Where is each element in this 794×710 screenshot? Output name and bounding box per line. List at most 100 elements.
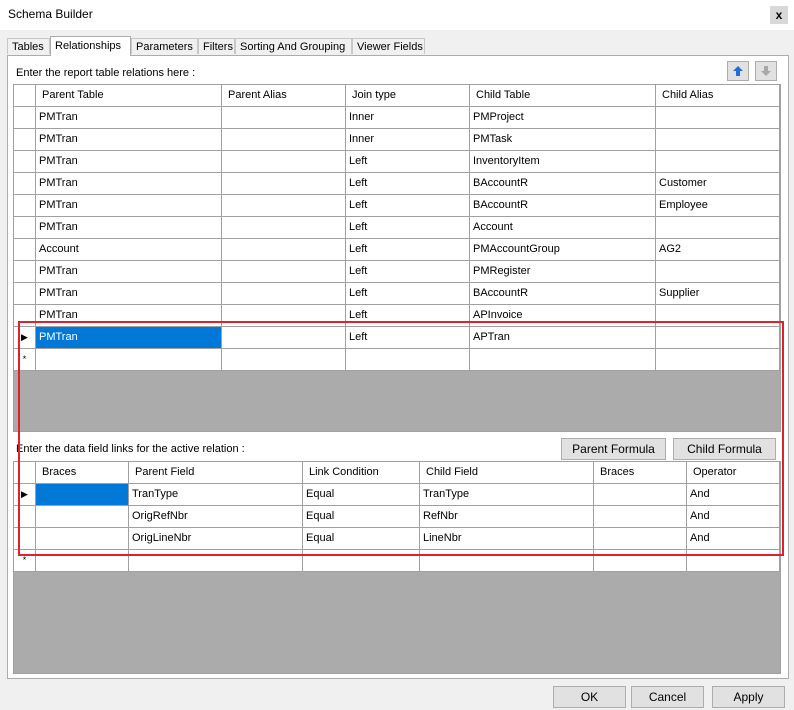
link-cell[interactable] xyxy=(594,528,687,550)
relation-cell[interactable] xyxy=(656,327,780,349)
tab-filters[interactable]: Filters xyxy=(198,38,235,54)
link-cell[interactable] xyxy=(594,484,687,506)
link-new-row-marker[interactable]: * xyxy=(14,550,36,572)
relation-row-header[interactable] xyxy=(14,305,36,327)
link-column-header[interactable]: Braces xyxy=(594,462,687,484)
link-new-cell[interactable] xyxy=(687,550,780,572)
relation-cell[interactable]: PMProject xyxy=(470,107,656,129)
relation-cell[interactable]: Account xyxy=(470,217,656,239)
tab-relationships[interactable]: Relationships xyxy=(50,36,131,56)
relation-cell[interactable]: Left xyxy=(346,305,470,327)
relation-cell[interactable]: BAccountR xyxy=(470,283,656,305)
link-column-header[interactable]: Child Field xyxy=(420,462,594,484)
relation-cell[interactable] xyxy=(222,195,346,217)
relation-cell[interactable]: Left xyxy=(346,283,470,305)
relation-row-header[interactable] xyxy=(14,129,36,151)
move-down-button[interactable] xyxy=(755,61,777,81)
relation-cell[interactable] xyxy=(222,305,346,327)
relation-cell[interactable]: BAccountR xyxy=(470,173,656,195)
relation-cell[interactable] xyxy=(656,305,780,327)
tab-tables[interactable]: Tables xyxy=(7,38,50,54)
link-cell[interactable]: And xyxy=(687,484,780,506)
relation-cell[interactable] xyxy=(656,261,780,283)
relation-cell[interactable] xyxy=(656,151,780,173)
relation-new-cell[interactable] xyxy=(470,349,656,371)
link-row[interactable]: OrigRefNbr Equal RefNbr And xyxy=(14,506,780,528)
relation-cell[interactable]: Inner xyxy=(346,129,470,151)
relation-new-cell[interactable] xyxy=(346,349,470,371)
link-cell[interactable]: Equal xyxy=(303,484,420,506)
links-grid[interactable]: Braces Parent Field Link Condition Child Fi… xyxy=(13,461,781,674)
link-column-header[interactable]: Parent Field xyxy=(129,462,303,484)
relation-column-header[interactable]: Parent Table xyxy=(36,85,222,107)
relation-new-cell[interactable] xyxy=(656,349,780,371)
link-row-header[interactable] xyxy=(14,528,36,550)
relation-cell[interactable] xyxy=(222,107,346,129)
link-cell[interactable] xyxy=(594,506,687,528)
relation-row[interactable]: PMTran Left Account xyxy=(14,217,780,239)
relation-cell[interactable]: PMTran xyxy=(36,195,222,217)
relation-row[interactable]: PMTran Left PMRegister xyxy=(14,261,780,283)
relation-cell[interactable]: PMTran xyxy=(36,151,222,173)
relation-cell[interactable]: PMTran xyxy=(36,129,222,151)
relation-cell[interactable]: PMTran xyxy=(36,217,222,239)
relation-row-header[interactable] xyxy=(14,151,36,173)
relation-cell[interactable]: PMTran xyxy=(36,261,222,283)
relation-row[interactable]: PMTran Inner PMTask xyxy=(14,129,780,151)
link-new-cell[interactable] xyxy=(594,550,687,572)
relation-cell[interactable]: PMTran xyxy=(36,107,222,129)
relation-cell[interactable]: PMTran xyxy=(36,327,222,349)
relation-cell[interactable] xyxy=(222,129,346,151)
relation-cell[interactable]: PMTask xyxy=(470,129,656,151)
relation-row-header[interactable]: ▶ xyxy=(14,327,36,349)
link-new-cell[interactable] xyxy=(129,550,303,572)
link-new-cell[interactable] xyxy=(36,550,129,572)
relation-cell[interactable]: AG2 xyxy=(656,239,780,261)
link-cell[interactable] xyxy=(36,506,129,528)
relation-cell[interactable]: InventoryItem xyxy=(470,151,656,173)
relation-row[interactable]: Account Left PMAccountGroup AG2 xyxy=(14,239,780,261)
link-cell[interactable]: And xyxy=(687,506,780,528)
relation-cell[interactable]: Employee xyxy=(656,195,780,217)
tab-sorting-and-grouping[interactable]: Sorting And Grouping xyxy=(235,38,352,54)
apply-button[interactable]: Apply xyxy=(712,686,785,708)
relation-cell[interactable]: Left xyxy=(346,151,470,173)
relation-cell[interactable]: APInvoice xyxy=(470,305,656,327)
cancel-button[interactable]: Cancel xyxy=(631,686,704,708)
relation-row-header[interactable] xyxy=(14,107,36,129)
link-new-row[interactable]: * xyxy=(14,550,780,572)
parent-formula-button[interactable]: Parent Formula xyxy=(561,438,666,460)
relation-new-cell[interactable] xyxy=(36,349,222,371)
relation-row-header[interactable] xyxy=(14,173,36,195)
relation-cell[interactable] xyxy=(656,217,780,239)
relation-cell[interactable] xyxy=(222,151,346,173)
relation-row[interactable]: PMTran Left APInvoice xyxy=(14,305,780,327)
relation-cell[interactable]: PMTran xyxy=(36,305,222,327)
relation-new-cell[interactable] xyxy=(222,349,346,371)
relation-new-row[interactable]: * xyxy=(14,349,780,371)
relation-cell[interactable] xyxy=(656,129,780,151)
relation-cell[interactable]: Left xyxy=(346,173,470,195)
link-row-header[interactable] xyxy=(14,506,36,528)
relation-row-header[interactable] xyxy=(14,261,36,283)
relation-cell[interactable] xyxy=(656,107,780,129)
link-cell[interactable]: RefNbr xyxy=(420,506,594,528)
relation-cell[interactable]: Inner xyxy=(346,107,470,129)
relation-row[interactable]: PMTran Left BAccountR Employee xyxy=(14,195,780,217)
relation-cell[interactable]: Left xyxy=(346,327,470,349)
relation-row-header[interactable] xyxy=(14,217,36,239)
relation-cell[interactable]: Supplier xyxy=(656,283,780,305)
relation-row[interactable]: ▶ PMTran Left APTran xyxy=(14,327,780,349)
relation-column-header[interactable]: Join type xyxy=(346,85,470,107)
link-cell[interactable] xyxy=(36,484,129,506)
relation-cell[interactable]: BAccountR xyxy=(470,195,656,217)
relation-cell[interactable]: PMRegister xyxy=(470,261,656,283)
relation-row-header[interactable] xyxy=(14,283,36,305)
relation-row-header[interactable] xyxy=(14,195,36,217)
close-button[interactable]: x xyxy=(770,6,788,24)
relation-cell[interactable]: Left xyxy=(346,195,470,217)
relation-cell[interactable] xyxy=(222,283,346,305)
relation-column-header[interactable]: Parent Alias xyxy=(222,85,346,107)
link-cell[interactable] xyxy=(36,528,129,550)
relation-cell[interactable]: Left xyxy=(346,261,470,283)
